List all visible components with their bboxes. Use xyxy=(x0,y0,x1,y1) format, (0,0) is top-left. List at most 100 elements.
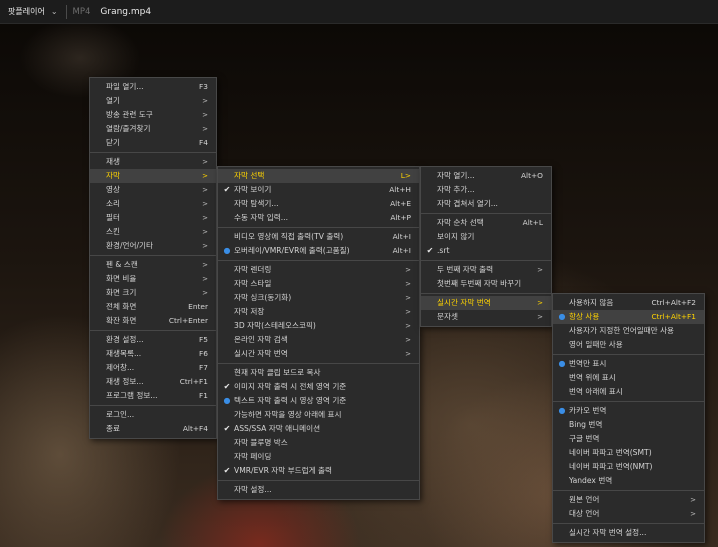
subtitle-menu-item-item-2[interactable]: 자막 탐색기... Alt+E xyxy=(218,197,419,211)
main-menu-item-item-26[interactable]: 로그인... xyxy=(90,408,216,422)
subtitle-menu-item-item-10[interactable]: 자막 싱크(동기화) > xyxy=(218,291,419,305)
menu-item-label: 영어 일때만 사용 xyxy=(569,340,623,349)
subtitle-select-menu-item-item-9[interactable]: 첫번째 두번째 자막 바꾸기 xyxy=(421,277,551,291)
main-menu-item-item-21[interactable]: 재생목록... F6 xyxy=(90,347,216,361)
menu-divider xyxy=(90,152,216,153)
subtitle-select-menu-item-item-8[interactable]: 두 번째 자막 출력 > xyxy=(421,263,551,277)
translation-menu-item-yandex[interactable]: Yandex 번역 xyxy=(553,474,704,488)
translation-menu-item-item-1[interactable]: ● 항상 사용 Ctrl+Alt+F1 xyxy=(553,310,704,324)
subtitle-menu-item-tv[interactable]: 비디오 영상에 직접 출력(TV 출력) Alt+I xyxy=(218,230,419,244)
menu-divider xyxy=(218,363,419,364)
checkmark-icon: ✔ xyxy=(223,185,231,194)
main-menu-item-item-24[interactable]: 프로그램 정보... F1 xyxy=(90,389,216,403)
translation-menu-item-item-17[interactable]: 대상 언어 > xyxy=(553,507,704,521)
subtitle-select-menu-item-item-0[interactable]: 자막 열기... Alt+O xyxy=(421,169,551,183)
subtitle-menu-item-item-22[interactable]: 자막 페이딩 xyxy=(218,450,419,464)
translation-menu-item-item-5[interactable]: ● 번역만 표시 xyxy=(553,357,704,371)
chevron-right-icon: > xyxy=(537,266,543,274)
main-menu-item-item-8[interactable]: 영상 > xyxy=(90,183,216,197)
main-menu-item-item-6[interactable]: 재생 > xyxy=(90,155,216,169)
chevron-right-icon: > xyxy=(202,200,208,208)
subtitle-menu-item-item-3[interactable]: 수동 자막 입력... Alt+P xyxy=(218,211,419,225)
subtitle-menu-item-item-1[interactable]: ✔ 자막 보이기 Alt+H xyxy=(218,183,419,197)
subtitle-menu-item-vmr-evr[interactable]: ✔ VMR/EVR 자막 부드럽게 출력 xyxy=(218,464,419,478)
subtitle-menu-item-item-0[interactable]: 자막 선택 L> xyxy=(218,169,419,183)
subtitle-menu-item-ass-ssa[interactable]: ✔ ASS/SSA 자막 애니메이션 xyxy=(218,422,419,436)
main-menu-item-item-7[interactable]: 자막 > xyxy=(90,169,216,183)
main-menu-item-item-0[interactable]: 파일 열기... F3 xyxy=(90,80,216,94)
main-menu-item-item-23[interactable]: 재생 정보... Ctrl+F1 xyxy=(90,375,216,389)
shortcut-label: Ctrl+Alt+F1 xyxy=(651,312,697,321)
subtitle-menu-item-item-9[interactable]: 자막 스타일 > xyxy=(218,277,419,291)
translation-menu-item-nmt[interactable]: 네이버 파파고 번역(NMT) xyxy=(553,460,704,474)
menu-item-label: 자막 페이딩 xyxy=(234,452,272,461)
main-menu-item-item-14[interactable]: 펜 & 스캔 > xyxy=(90,258,216,272)
subtitle-menu-item-item-21[interactable]: 자막 블루명 박스 xyxy=(218,436,419,450)
subtitle-menu-item-item-25[interactable]: 자막 설정... xyxy=(218,483,419,497)
main-menu-item-item-16[interactable]: 화면 크기 > xyxy=(90,286,216,300)
chevron-down-icon: ⌄ xyxy=(50,7,58,16)
subtitle-select-menu-item-item-2[interactable]: 자막 겹쳐서 열기... xyxy=(421,197,551,211)
main-menu-item-item-1[interactable]: 열기 > xyxy=(90,94,216,108)
translation-menu-item-item-11[interactable]: 구글 번역 xyxy=(553,432,704,446)
main-menu-item-item-2[interactable]: 방송 관련 도구 > xyxy=(90,108,216,122)
menu-item-label: .srt xyxy=(437,246,450,255)
main-menu-item-item-18[interactable]: 확잔 화면 Ctrl+Enter xyxy=(90,314,216,328)
translation-menu-item-item-9[interactable]: ● 카카오 번역 xyxy=(553,404,704,418)
subtitle-menu-item-item-16[interactable]: 현재 자막 클립 보드로 복사 xyxy=(218,366,419,380)
translation-menu-item-bing[interactable]: Bing 번역 xyxy=(553,418,704,432)
menu-item-label: 실시간 자막 번역 xyxy=(234,349,288,358)
translation-menu-item-smt[interactable]: 네이버 파파고 번역(SMT) xyxy=(553,446,704,460)
subtitle-select-menu-item-item-4[interactable]: 자막 순차 선택 Alt+L xyxy=(421,216,551,230)
menu-item-label: 대상 언어 xyxy=(569,509,600,518)
radio-dot-icon: ● xyxy=(558,406,566,415)
translation-menu-item-item-3[interactable]: 영어 일때만 사용 xyxy=(553,338,704,352)
menu-item-label: 구글 번역 xyxy=(569,434,600,443)
translation-menu-item-item-2[interactable]: 사용자가 지정한 언어일때만 사용 xyxy=(553,324,704,338)
subtitle-menu-item-item-18[interactable]: ● 텍스트 자막 출력 시 영상 영역 기준 xyxy=(218,394,419,408)
chevron-right-icon: > xyxy=(202,186,208,194)
menu-item-label: 두 번째 자막 출력 xyxy=(437,265,494,274)
main-menu-item-item-9[interactable]: 소리 > xyxy=(90,197,216,211)
main-menu-item-item-22[interactable]: 제어창... F7 xyxy=(90,361,216,375)
subtitle-menu-item-3d[interactable]: 3D 자막(스테레오스코픽) > xyxy=(218,319,419,333)
shortcut-label: F4 xyxy=(199,138,208,147)
translation-menu-item-item-0[interactable]: 사용하지 않음 Ctrl+Alt+F2 xyxy=(553,296,704,310)
subtitle-menu-item-item-13[interactable]: 온라인 자막 검색 > xyxy=(218,333,419,347)
chevron-right-icon: > xyxy=(202,261,208,269)
menu-item-label: 자막 열기... xyxy=(437,171,475,180)
subtitle-select-menu-item-item-1[interactable]: 자막 추가... xyxy=(421,183,551,197)
menu-item-label: ASS/SSA 자막 애니메이션 xyxy=(234,424,321,433)
main-menu-item-item-20[interactable]: 환경 설정... F5 xyxy=(90,333,216,347)
main-menu-item-item-10[interactable]: 필터 > xyxy=(90,211,216,225)
subtitle-menu-item-item-11[interactable]: 자막 저장 > xyxy=(218,305,419,319)
subtitle-menu-item-item-14[interactable]: 실시간 자막 번역 > xyxy=(218,347,419,361)
main-menu-item-item-12[interactable]: 환경/언어/기타 > xyxy=(90,239,216,253)
translation-menu-item-item-7[interactable]: 번역 아래에 표시 xyxy=(553,385,704,399)
main-menu-item-item-17[interactable]: 전체 화면 Enter xyxy=(90,300,216,314)
shortcut-label: Alt+F4 xyxy=(182,424,208,433)
subtitle-select-menu-item-item-11[interactable]: 실시간 자막 번역 > xyxy=(421,296,551,310)
subtitle-menu-item-item-19[interactable]: 가능하면 자막을 영상 아래에 표시 xyxy=(218,408,419,422)
app-menu-button[interactable]: 팟플레이어 ⌄ xyxy=(0,0,64,24)
main-menu-item-item-27[interactable]: 종료 Alt+F4 xyxy=(90,422,216,436)
main-menu-item-item-3[interactable]: 열람/즐겨찾기 > xyxy=(90,122,216,136)
subtitle-menu-item-item-8[interactable]: 자막 렌더링 > xyxy=(218,263,419,277)
translation-menu-item-item-19[interactable]: 실시간 자막 번역 설정... xyxy=(553,526,704,540)
translation-menu-item-item-16[interactable]: 원본 언어 > xyxy=(553,493,704,507)
subtitle-select-menu-item-item-5[interactable]: 보이지 않기 xyxy=(421,230,551,244)
shortcut-label: F3 xyxy=(199,82,208,91)
menu-item-label: 네이버 파파고 번역(NMT) xyxy=(569,462,653,471)
main-menu-item-item-4[interactable]: 닫기 F4 xyxy=(90,136,216,150)
menu-item-label: 영상 xyxy=(106,185,120,194)
chevron-right-icon: > xyxy=(405,336,411,344)
main-menu-item-item-11[interactable]: 스킨 > xyxy=(90,225,216,239)
subtitle-menu-item-vmr-evr[interactable]: ● 오버레이/VMR/EVR에 출력(고품질) Alt+I xyxy=(218,244,419,258)
translation-menu-item-item-6[interactable]: 번역 위에 표시 xyxy=(553,371,704,385)
subtitle-select-menu-item-item-12[interactable]: 문자셋 > xyxy=(421,310,551,324)
subtitle-menu-item-item-17[interactable]: ✔ 이미지 자막 출력 시 전체 영역 기준 xyxy=(218,380,419,394)
shortcut-label: F5 xyxy=(199,335,208,344)
main-menu-item-item-15[interactable]: 화면 비율 > xyxy=(90,272,216,286)
checkmark-icon: ✔ xyxy=(223,424,231,433)
subtitle-select-menu-item-srt[interactable]: ✔ .srt xyxy=(421,244,551,258)
